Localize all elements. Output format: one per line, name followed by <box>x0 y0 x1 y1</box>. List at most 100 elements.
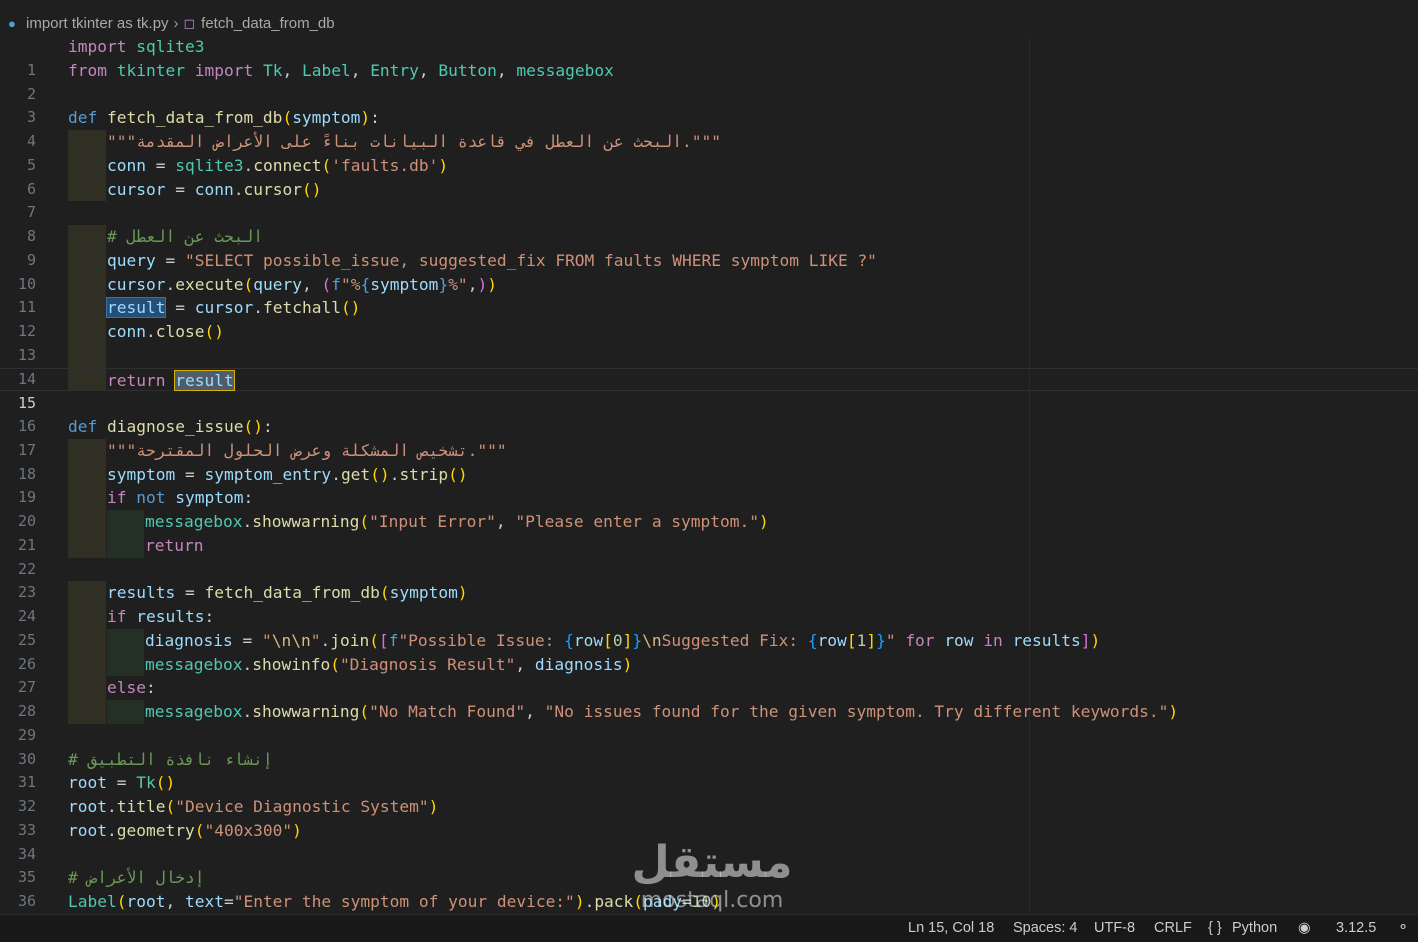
code-line[interactable]: 26 diagnosis = "\n\n".join([f"Possible I… <box>0 628 1418 673</box>
token: results <box>136 607 205 626</box>
indent-guide <box>68 438 106 463</box>
code-line[interactable]: 18 """تشخيص المشكلة وعرض الحلول المقترحة… <box>0 438 1418 483</box>
language-mode[interactable]: Python <box>1232 920 1277 936</box>
code-line[interactable]: 19 symptom = symptom_entry.get().strip() <box>0 462 1418 506</box>
token: results <box>1012 630 1081 650</box>
code-line[interactable]: 32 root = Tk() <box>0 771 1418 815</box>
token: f <box>331 274 341 294</box>
token: not <box>136 488 166 508</box>
python-file-icon: ● <box>8 15 16 31</box>
code-line[interactable]: 4 def fetch_data_from_db(symptom): <box>0 106 1418 150</box>
indentation-setting[interactable]: Spaces: 4 <box>1013 920 1078 936</box>
code-line[interactable]: 33 root.title("Device Diagnostic System"… <box>0 795 1418 839</box>
token: Tk <box>262 60 283 80</box>
token: get <box>340 464 371 484</box>
indent-guide <box>68 676 106 700</box>
token: query <box>253 274 302 294</box>
indent-guide <box>68 486 106 510</box>
indent-guide <box>68 510 106 534</box>
code-line[interactable]: 28 else: <box>0 676 1418 720</box>
code-line[interactable]: 7 cursor = conn.cursor() <box>0 177 1418 221</box>
token: fetch_data_from_db <box>204 583 380 603</box>
indent-guide <box>68 130 106 154</box>
indent-guide <box>68 605 106 629</box>
code-line[interactable]: 10 query = "SELECT possible_issue, sugge… <box>0 248 1418 293</box>
code-line[interactable]: 11 cursor.execute(query, (f"%{symptom}%"… <box>0 272 1418 316</box>
code-line[interactable]: 20 if not symptom: <box>0 486 1418 530</box>
code-line[interactable]: 22 return <box>0 533 1418 578</box>
code-line[interactable]: 1 import sqlite3 <box>0 35 1418 79</box>
code-line[interactable]: 8 <box>0 201 1418 245</box>
code-line[interactable]: 27 messagebox.showinfo("Diagnosis Result… <box>0 652 1418 696</box>
code-line[interactable]: 16 <box>0 391 1418 435</box>
breadcrumb-symbol[interactable]: fetch_data_from_db <box>201 15 334 32</box>
token: symptom <box>107 464 176 484</box>
token: "% <box>340 274 361 294</box>
token: conn <box>107 155 146 175</box>
token: if <box>107 607 127 626</box>
token: "Diagnosis Result" <box>339 654 516 674</box>
code-line[interactable]: 9 # البحث عن العطل <box>0 225 1418 269</box>
code-line[interactable]: 30 <box>0 724 1418 768</box>
code-line[interactable]: 21 messagebox.showwarning("Input Error",… <box>0 510 1418 554</box>
copilot-icon[interactable]: ◉ <box>1298 920 1311 936</box>
token: """البحث عن العطل في قاعدة البيانات بناء… <box>107 132 721 151</box>
token: geometry <box>116 820 195 840</box>
encoding[interactable]: UTF-8 <box>1094 920 1135 936</box>
indent-guide <box>68 296 106 320</box>
code-line[interactable]: 35 <box>0 843 1418 886</box>
cursor-position[interactable]: Ln 15, Col 18 <box>908 920 994 936</box>
token: Button <box>438 60 497 80</box>
code-line[interactable]: 17 def diagnose_issue(): <box>0 415 1418 459</box>
token: if <box>107 488 127 508</box>
code-line[interactable]: 6 conn = sqlite3.connect('faults.db') <box>0 153 1418 198</box>
code-line[interactable]: 36 # إدخال الأعراض <box>0 866 1418 910</box>
token: conn <box>194 179 234 199</box>
token: \n <box>642 630 662 650</box>
notifications-icon[interactable]: ⚬ <box>1397 920 1409 936</box>
indent-guide <box>68 628 106 653</box>
token: title <box>116 797 166 816</box>
code-line[interactable]: 14 <box>0 343 1418 388</box>
token: pack <box>594 892 634 911</box>
line-ending[interactable]: CRLF <box>1154 920 1192 936</box>
code-line[interactable]: 12 result = cursor.fetchall() <box>0 296 1418 340</box>
token: messagebox <box>516 60 614 80</box>
token: 1 <box>856 630 867 650</box>
token: "Device Diagnostic System" <box>175 797 429 816</box>
code-line[interactable]: 5 """البحث عن العطل في قاعدة البيانات بن… <box>0 130 1418 174</box>
braces-icon: { } <box>1208 920 1222 936</box>
token: for <box>905 630 935 650</box>
code-editor[interactable]: 1 import sqlite3 2 from tkinter import T… <box>0 35 1418 914</box>
token: root <box>126 892 166 911</box>
token: else <box>107 678 146 698</box>
code-line[interactable]: 23 <box>0 558 1418 601</box>
indent-guide <box>68 368 106 391</box>
token: result <box>105 297 167 319</box>
code-line[interactable]: 37 Label(root, text="Enter the symptom o… <box>0 890 1418 914</box>
token: diagnosis <box>145 630 233 650</box>
code-line[interactable]: 24 results = fetch_data_from_db(symptom) <box>0 581 1418 625</box>
token: 10 <box>691 892 712 911</box>
code-line[interactable]: 34 root.geometry("400x300") <box>0 819 1418 863</box>
token: Entry <box>370 60 419 80</box>
code-line-current[interactable]: 15 return result <box>0 367 1418 412</box>
python-version[interactable]: 3.12.5 <box>1336 920 1376 936</box>
method-icon: ◻ <box>183 14 196 31</box>
code-line[interactable]: 31 # إنشاء نافذة التطبيق <box>0 748 1418 792</box>
token: 0 <box>612 630 623 650</box>
token: results <box>107 583 176 603</box>
indent-guide <box>68 320 106 344</box>
token: in <box>983 630 1003 650</box>
breadcrumb-file[interactable]: import tkinter as tk.py <box>26 15 169 32</box>
code-line[interactable]: 29 messagebox.showwarning("No Match Foun… <box>0 700 1418 744</box>
token: symptom <box>175 488 244 508</box>
code-line[interactable]: 3 <box>0 83 1418 126</box>
token: "No issues found for the given symptom. … <box>544 702 1169 721</box>
indent-guide <box>107 700 144 724</box>
token: return <box>145 535 204 555</box>
code-line[interactable]: 13 conn.close() <box>0 320 1418 364</box>
code-line[interactable]: 25 if results: <box>0 605 1418 649</box>
token: Tk <box>136 773 156 793</box>
code-line[interactable]: 2 from tkinter import Tk, Label, Entry, … <box>0 59 1418 103</box>
